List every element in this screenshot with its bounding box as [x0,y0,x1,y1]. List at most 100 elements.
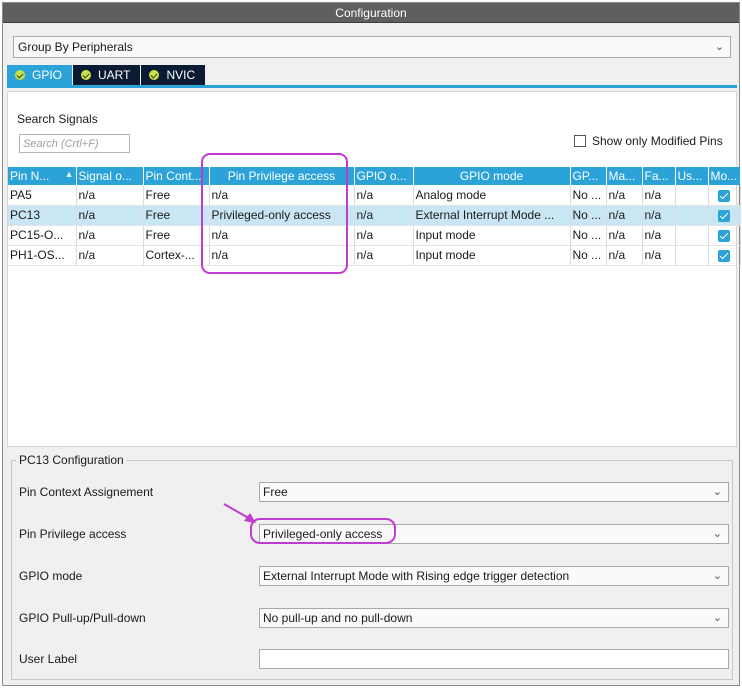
pin-context-select[interactable]: Free ⌄ [259,482,729,502]
cell-signal: n/a [76,225,144,246]
cell-output: n/a [354,225,414,246]
table-row[interactable]: PA5 n/a Free n/a n/a Analog mode No ... … [8,185,741,206]
gpio-pull-select[interactable]: No pull-up and no pull-down ⌄ [259,608,729,628]
gpio-mode-select[interactable]: External Interrupt Mode with Rising edge… [259,566,729,586]
cell-max-speed: n/a [606,185,643,206]
cell-user-label [675,245,709,266]
cell-context: Free [143,185,210,206]
cell-pin: PC15-O... [8,225,77,246]
cell-modified [708,205,741,226]
column-header-modified[interactable]: Mo... [708,167,741,185]
gpio-mode-value: External Interrupt Mode with Rising edge… [263,569,570,583]
column-header-gpio-pull[interactable]: GP... [570,167,607,185]
table-row[interactable]: PH1-OS... n/a Cortex-... n/a n/a Input m… [8,245,741,266]
cell-mode: Input mode [413,245,571,266]
search-input[interactable] [19,134,130,153]
chevron-down-icon: ⌄ [712,486,722,498]
cell-modified [708,225,741,246]
cell-mode: External Interrupt Mode ... [413,205,571,226]
column-header-pin-name[interactable]: Pin N... ▲ [8,167,77,185]
tab-underline [7,85,737,88]
chevron-down-icon: ⌄ [712,528,722,540]
cell-max-speed: n/a [606,245,643,266]
pin-privilege-value: Privileged-only access [263,527,383,541]
cell-max-speed: n/a [606,205,643,226]
cell-context: Free [143,205,210,226]
cell-context: Free [143,225,210,246]
gpio-pull-value: No pull-up and no pull-down [263,611,413,625]
cell-pin: PC13 [8,205,77,226]
pin-table: Pin N... ▲ Signal o... Pin Cont... Pin Pr… [8,167,741,266]
modified-checkbox[interactable] [718,209,730,222]
cell-modified [708,185,741,206]
column-header-gpio-output[interactable]: GPIO o... [354,167,414,185]
cell-pull: No ... [570,185,607,206]
cell-mode: Input mode [413,225,571,246]
cell-fast-mode: n/a [642,185,676,206]
group-by-select[interactable]: Group By Peripherals ⌄ [13,36,731,58]
column-header-max-speed[interactable]: Ma... [606,167,643,185]
tab-label: UART [98,68,131,82]
check-circle-icon [81,70,92,80]
cell-fast-mode: n/a [642,205,676,226]
column-header-pin-privilege[interactable]: Pin Privilege access [209,167,355,185]
field-label-pin-context: Pin Context Assignement [19,485,154,499]
chevron-down-icon: ⌄ [712,570,722,582]
tab-gpio[interactable]: GPIO [7,65,73,85]
cell-signal: n/a [76,205,144,226]
tab-uart[interactable]: UART [73,65,141,85]
peripheral-tabs: GPIO UART NVIC [7,65,206,85]
check-circle-icon [149,70,160,80]
modified-checkbox[interactable] [718,229,730,242]
table-header: Pin N... ▲ Signal o... Pin Cont... Pin Pr… [8,167,741,185]
cell-pull: No ... [570,205,607,226]
cell-user-label [675,225,709,246]
cell-pin: PH1-OS... [8,245,77,266]
cell-modified [708,245,741,266]
modified-checkbox[interactable] [718,189,730,202]
cell-privilege: Privileged-only access [209,205,355,226]
field-label-gpio-mode: GPIO mode [19,569,83,583]
field-label-gpio-pull: GPIO Pull-up/Pull-down [19,611,146,625]
chevron-down-icon: ⌄ [714,41,724,53]
column-header-pin-context[interactable]: Pin Cont... [143,167,210,185]
show-modified-label: Show only Modified Pins [592,134,723,148]
column-header-user-label[interactable]: Us... [675,167,709,185]
show-modified-filter[interactable]: Show only Modified Pins [574,134,723,148]
user-label-input[interactable] [259,649,729,669]
cell-output: n/a [354,185,414,206]
cell-privilege: n/a [209,185,355,206]
pin-privilege-select[interactable]: Privileged-only access ⌄ [259,524,729,544]
chevron-down-icon: ⌄ [712,612,722,624]
cell-output: n/a [354,245,414,266]
check-circle-icon [15,70,25,80]
pin-configuration-title: PC13 Configuration [16,453,127,467]
pin-configuration-group: PC13 Configuration Pin Context Assigneme… [11,453,733,680]
column-header-fast-mode[interactable]: Fa... [642,167,676,185]
cell-mode: Analog mode [413,185,571,206]
table-row[interactable]: PC15-O... n/a Free n/a n/a Input mode No… [8,225,741,246]
show-modified-checkbox[interactable] [574,135,586,147]
gpio-panel: Search Signals Show only Modified Pins P… [7,91,741,447]
configuration-window: Configuration Group By Peripherals ⌄ GPI… [2,2,741,686]
sort-icon: ▲ [64,169,74,179]
pin-context-value: Free [263,485,288,499]
cell-context: Cortex-... [143,245,210,266]
cell-fast-mode: n/a [642,225,676,246]
table-row[interactable]: PC13 n/a Free Privileged-only access n/a… [8,205,741,226]
cell-privilege: n/a [209,245,355,266]
column-header-signal[interactable]: Signal o... [76,167,144,185]
field-label-user-label: User Label [19,652,78,666]
cell-user-label [675,205,709,226]
tab-nvic[interactable]: NVIC [141,65,206,85]
cell-pull: No ... [570,245,607,266]
cell-signal: n/a [76,245,144,266]
cell-fast-mode: n/a [642,245,676,266]
column-header-gpio-mode[interactable]: GPIO mode [413,167,571,185]
tab-label: GPIO [32,68,63,82]
field-label-pin-privilege: Pin Privilege access [19,527,127,541]
tab-label: NVIC [166,68,196,82]
modified-checkbox[interactable] [718,249,730,262]
cell-privilege: n/a [209,225,355,246]
cell-output: n/a [354,205,414,226]
